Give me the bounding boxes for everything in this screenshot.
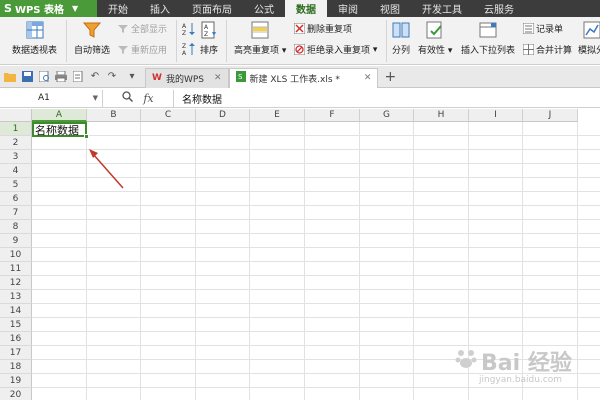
annotation-arrow-icon [89, 149, 124, 189]
watermark: Bai 经验 jingyan.baidu.com [455, 345, 572, 385]
baidu-paw-icon [455, 347, 477, 375]
